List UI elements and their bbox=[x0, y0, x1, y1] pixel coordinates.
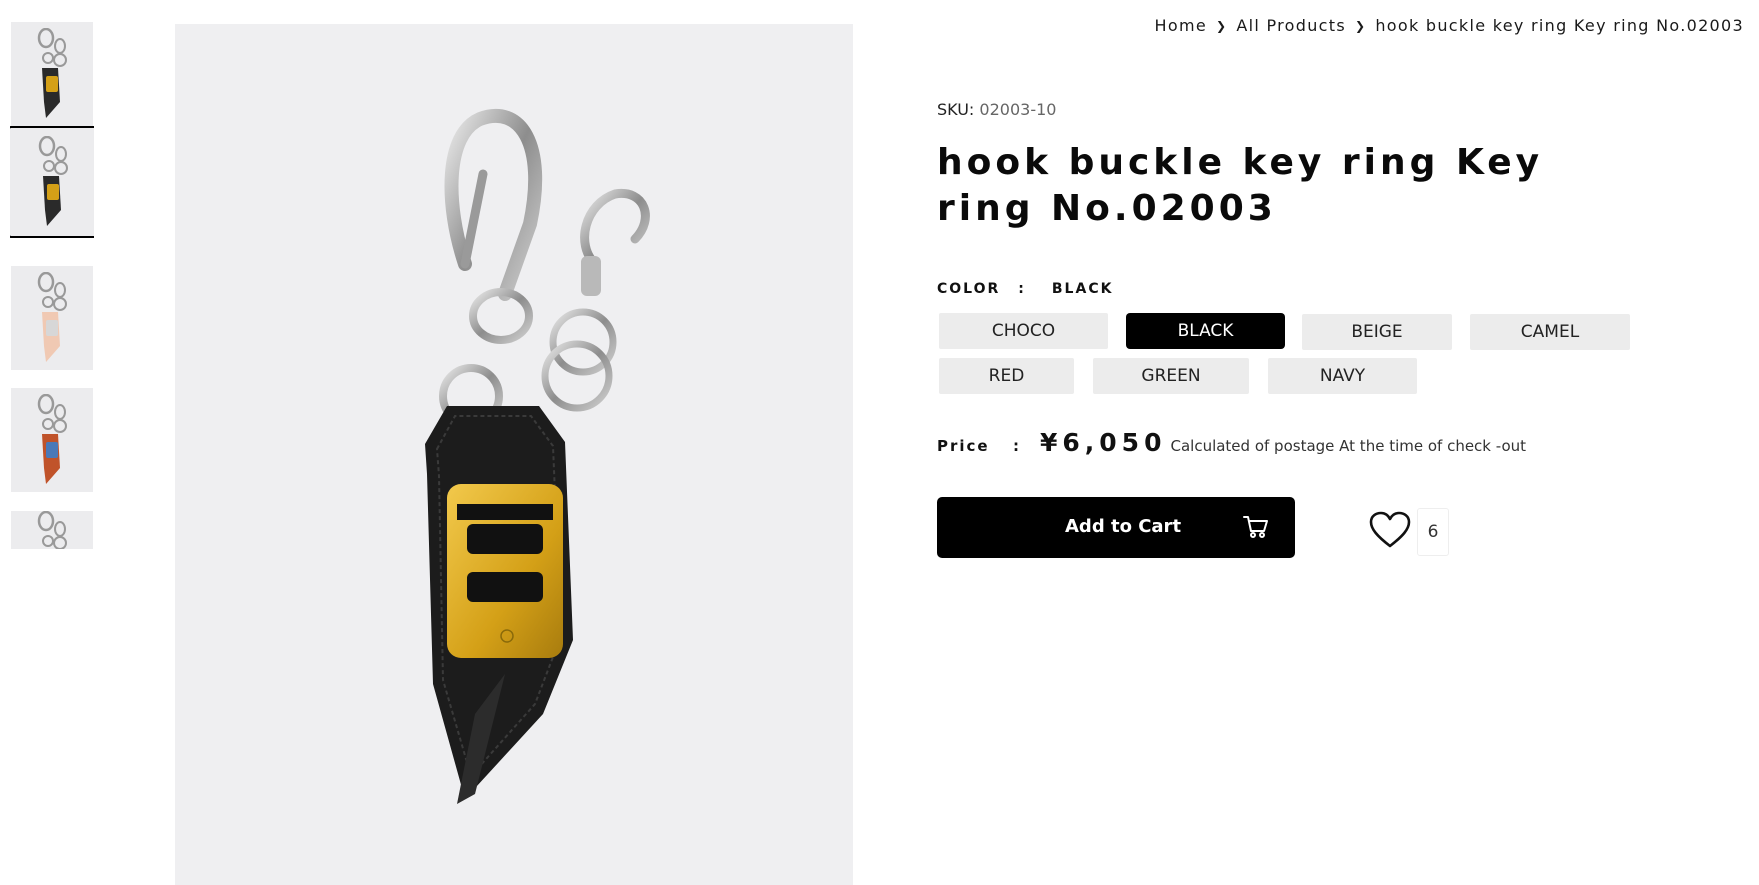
keyring-thumb-icon bbox=[37, 28, 67, 118]
favorite-count: 6 bbox=[1417, 508, 1449, 556]
color-label: COLOR bbox=[937, 281, 1001, 297]
keyring-thumb-icon bbox=[37, 394, 67, 484]
color-option-choco[interactable]: CHOCO bbox=[939, 313, 1108, 349]
main-product-image[interactable] bbox=[175, 24, 853, 885]
product-page: Home ❯ All Products ❯ hook buckle key ri… bbox=[0, 0, 1759, 885]
add-to-cart-button[interactable]: Add to Cart bbox=[937, 497, 1295, 558]
thumbnail-strip[interactable] bbox=[10, 22, 94, 552]
product-title: hook buckle key ring Key ring No.02003 bbox=[937, 142, 1544, 229]
favorite-group: 6 bbox=[1369, 508, 1449, 556]
breadcrumb-home[interactable]: Home bbox=[1155, 16, 1207, 35]
price-colon: : bbox=[1013, 437, 1019, 455]
color-option-red[interactable]: RED bbox=[939, 358, 1074, 394]
cart-icon bbox=[1243, 515, 1269, 544]
add-to-cart-label: Add to Cart bbox=[1065, 516, 1182, 537]
price-label: Price bbox=[937, 437, 990, 455]
price-value: ¥6,050 bbox=[1040, 428, 1167, 457]
thumbnail-4[interactable] bbox=[11, 388, 93, 492]
heart-icon[interactable] bbox=[1369, 511, 1411, 553]
thumbnail-3[interactable] bbox=[11, 266, 93, 370]
keyring-thumb-icon bbox=[37, 272, 67, 362]
price-note: Calculated of postage At the time of che… bbox=[1170, 437, 1527, 455]
sku-value: 02003-10 bbox=[979, 100, 1057, 119]
color-option-green[interactable]: GREEN bbox=[1093, 358, 1249, 394]
chevron-right-icon: ❯ bbox=[1354, 18, 1367, 33]
color-value: BLACK bbox=[1051, 281, 1114, 297]
keyring-product-illustration bbox=[425, 108, 650, 804]
color-option-camel[interactable]: CAMEL bbox=[1470, 314, 1630, 350]
color-option-navy[interactable]: NAVY bbox=[1268, 358, 1417, 394]
keyring-thumb-icon bbox=[38, 136, 68, 226]
sku: SKU: 02003-10 bbox=[937, 100, 1056, 119]
breadcrumb: Home ❯ All Products ❯ hook buckle key ri… bbox=[1155, 16, 1744, 35]
breadcrumb-current: hook buckle key ring Key ring No.02003 bbox=[1375, 16, 1744, 35]
price-row: Price : ¥6,050 Calculated of postage At … bbox=[937, 428, 1526, 457]
color-selection-label: COLOR : BLACK bbox=[937, 281, 1113, 297]
breadcrumb-all-products[interactable]: All Products bbox=[1236, 16, 1346, 35]
chevron-right-icon: ❯ bbox=[1216, 18, 1228, 33]
thumbnail-2[interactable] bbox=[10, 126, 94, 238]
keyring-thumb-icon bbox=[37, 511, 67, 549]
thumbnail-1[interactable] bbox=[11, 22, 93, 126]
color-option-black[interactable]: BLACK bbox=[1126, 313, 1285, 349]
color-colon: : bbox=[1018, 281, 1026, 297]
thumbnail-5[interactable] bbox=[11, 511, 93, 549]
color-option-beige[interactable]: BEIGE bbox=[1302, 314, 1452, 350]
sku-label: SKU: bbox=[937, 100, 975, 119]
